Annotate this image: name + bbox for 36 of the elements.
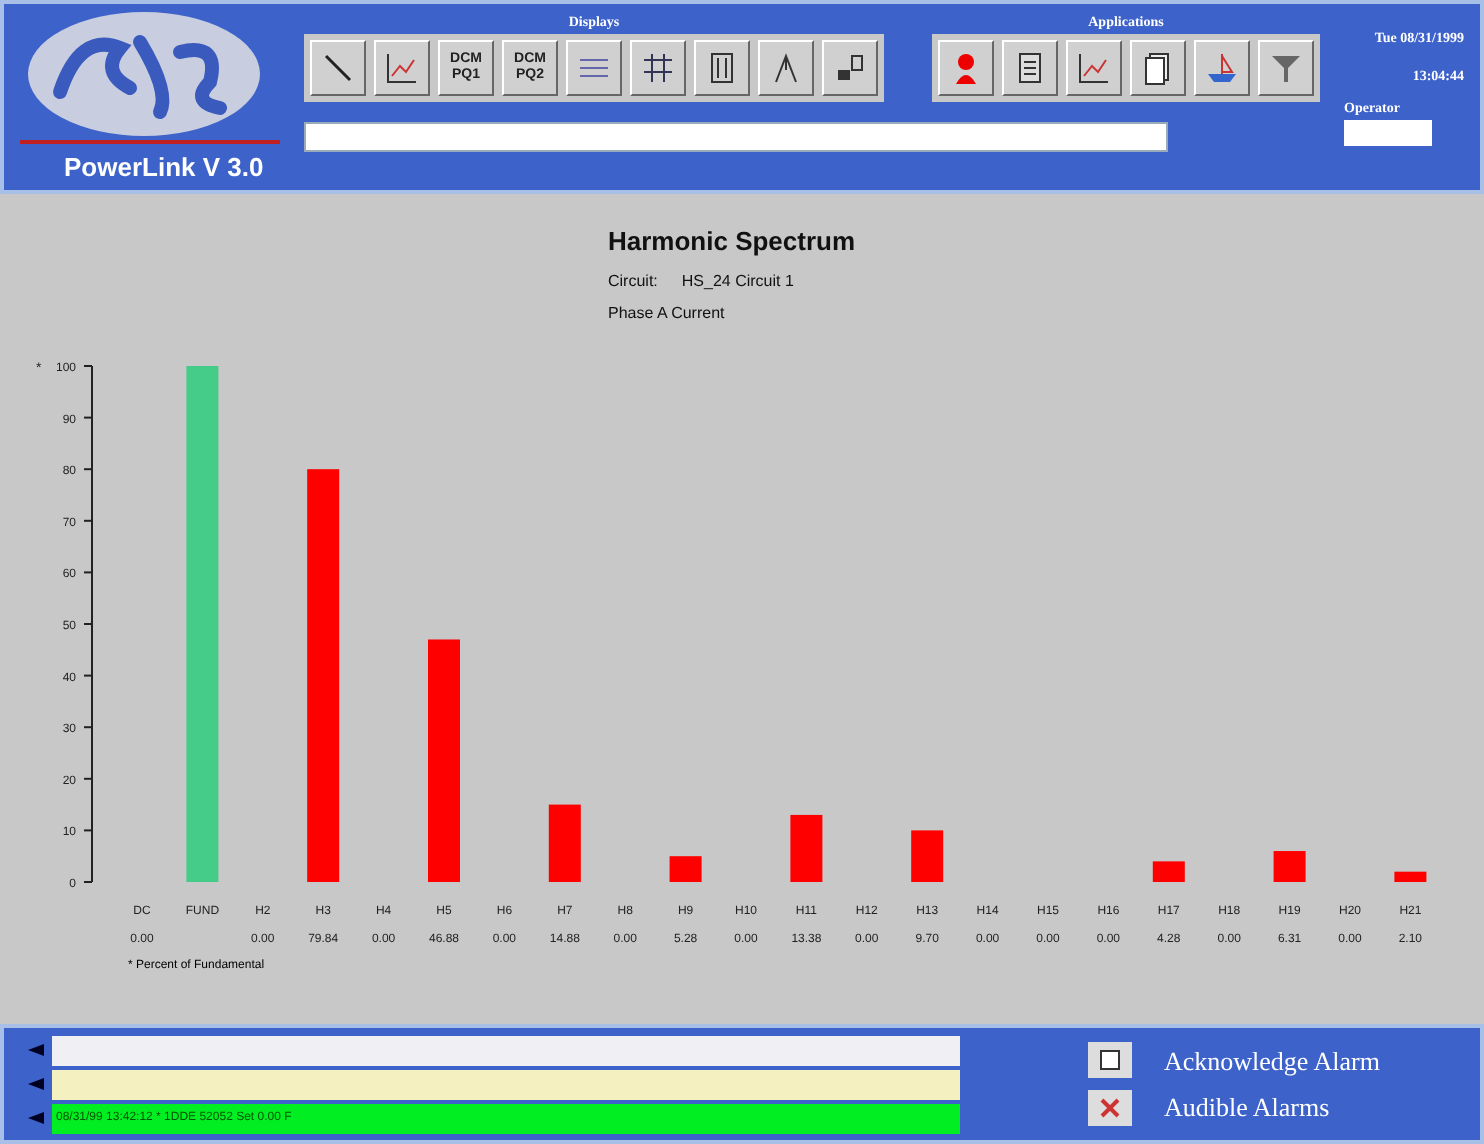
bar bbox=[911, 829, 944, 881]
chart-icon bbox=[1076, 49, 1112, 85]
bar bbox=[1394, 870, 1427, 881]
circuit-name: HS_24 Circuit 1 bbox=[681, 269, 794, 293]
alarm-label: Audible Alarms bbox=[1164, 1090, 1330, 1126]
grid-icon bbox=[640, 49, 676, 85]
arrow-icon bbox=[28, 1078, 44, 1090]
bar bbox=[669, 855, 702, 881]
squares-icon bbox=[832, 49, 868, 85]
chart-icon bbox=[384, 49, 420, 85]
toolbar-button[interactable] bbox=[310, 39, 366, 95]
bar bbox=[1152, 860, 1185, 881]
product-name: PowerLink V 3.0 bbox=[62, 150, 266, 186]
toolbar-button[interactable] bbox=[694, 39, 750, 95]
toolbar-button[interactable] bbox=[1002, 39, 1058, 95]
alarm-label: Acknowledge Alarm bbox=[1164, 1043, 1380, 1080]
bar bbox=[790, 813, 823, 881]
toolbar-button[interactable] bbox=[1066, 39, 1122, 95]
phase-text: Phase A Current bbox=[608, 301, 727, 325]
toolbar-button[interactable] bbox=[758, 39, 814, 95]
arrow-icon bbox=[28, 1044, 44, 1056]
alarm-button[interactable] bbox=[1088, 1042, 1132, 1079]
operator-field bbox=[1344, 119, 1432, 145]
bar bbox=[1273, 850, 1306, 881]
bar bbox=[548, 803, 581, 881]
toolbar-button[interactable] bbox=[1130, 39, 1186, 95]
diagonal-line-icon bbox=[320, 49, 356, 85]
boat-icon bbox=[1204, 49, 1240, 85]
arrow-icon bbox=[28, 1112, 44, 1124]
square-icon bbox=[1100, 1050, 1120, 1071]
chart-title: Harmonic Spectrum bbox=[608, 224, 858, 260]
toolbar-button[interactable] bbox=[374, 39, 430, 95]
toolbar-button[interactable] bbox=[630, 39, 686, 95]
toolbar-button[interactable] bbox=[822, 39, 878, 95]
circuit-label: Circuit: bbox=[608, 269, 658, 293]
cross-icon bbox=[1100, 1097, 1120, 1118]
